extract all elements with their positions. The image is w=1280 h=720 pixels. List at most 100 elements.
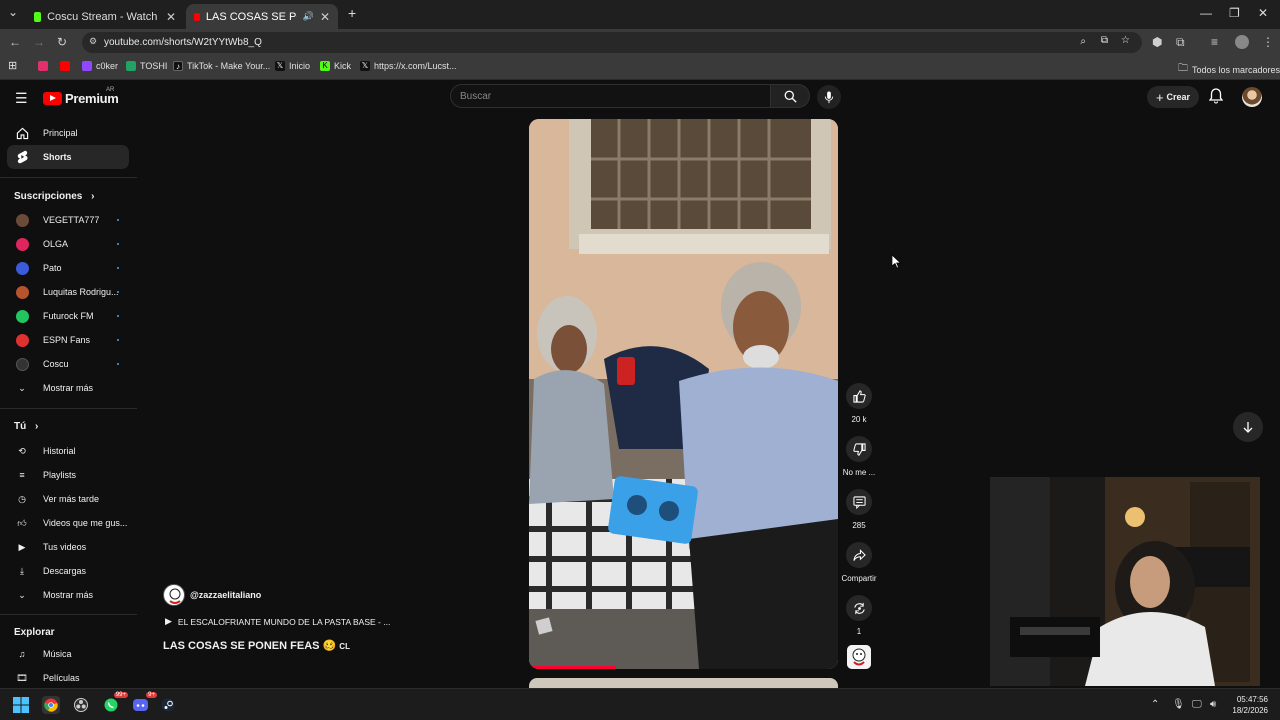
video-progress-bar[interactable] — [529, 666, 616, 669]
home-icon — [15, 126, 29, 140]
film-icon: 🎞︎ — [16, 672, 28, 683]
remix-button[interactable] — [846, 595, 872, 621]
sidebar-item-principal[interactable]: Principal — [7, 121, 129, 145]
sidebar-item-label: Mostrar más — [43, 383, 94, 393]
discord-icon[interactable]: 9+ — [131, 692, 157, 714]
sidebar-item-futurock[interactable]: Futurock FM — [7, 304, 129, 328]
dislike-action[interactable]: No me ... — [840, 436, 878, 477]
sidebar-item-olga[interactable]: OLGA — [7, 232, 129, 256]
install-icon[interactable]: ⧉ — [1101, 35, 1108, 46]
remix-action[interactable]: 1 — [840, 595, 878, 636]
tray-overflow-icon[interactable]: ⌃ — [1151, 699, 1159, 710]
comments-action[interactable]: 285 — [840, 489, 878, 530]
sidebar-item-playlists[interactable]: ≡ Playlists — [7, 463, 129, 487]
obs-icon[interactable] — [72, 696, 90, 714]
star-icon[interactable]: ☆ — [1121, 35, 1130, 46]
show-more-you[interactable]: ⌄ Mostrar más — [7, 583, 129, 607]
address-bar[interactable]: ⚙ youtube.com/shorts/W2tYYtWb8_Q ⌕ ⧉ ☆ — [82, 32, 1142, 53]
like-action[interactable]: 20 k — [840, 383, 878, 424]
sidebar-item-videos-me-gustan[interactable]: 👍︎ Videos que me gus... — [7, 511, 129, 535]
close-window-icon[interactable]: ✕ — [1258, 6, 1268, 20]
bookmark-x-lucst[interactable]: 𝕏https://x.com/Lucst... — [360, 61, 457, 71]
back-icon[interactable]: ← — [9, 35, 21, 49]
bookmark-tiktok[interactable]: ♪ TikTok - Make Your... — [173, 61, 270, 71]
show-more-subscriptions[interactable]: ⌄ Mostrar más — [7, 376, 129, 400]
share-button[interactable] — [846, 542, 872, 568]
reload-icon[interactable]: ↻ — [57, 35, 67, 49]
speaker-icon[interactable]: 🔊 — [303, 11, 314, 22]
new-tab-button[interactable]: + — [348, 5, 356, 21]
system-clock[interactable]: 05:47:56 18/2/2026 — [1232, 694, 1268, 716]
search-button[interactable] — [770, 84, 810, 108]
tab-search-icon[interactable]: ⌄ — [8, 5, 18, 19]
sidebar-item-peliculas[interactable]: 🎞︎ Películas — [7, 666, 129, 690]
tab-coscu-stream[interactable]: Coscu Stream - Watch Live on K ✕ — [26, 4, 184, 29]
windows-start-icon[interactable] — [12, 696, 30, 714]
short-video-player[interactable] — [529, 119, 838, 669]
sidebar-item-musica[interactable]: ♫ Música — [7, 642, 129, 666]
extension-shield-icon[interactable]: ⬢ — [1152, 35, 1162, 49]
playlist-title: EL ESCALOFRIANTE MUNDO DE LA PASTA BASE … — [177, 616, 391, 627]
profile-avatar[interactable] — [1235, 35, 1249, 49]
bookmark-c0ker[interactable]: c0ker — [82, 61, 118, 71]
subscriptions-heading[interactable]: Suscripciones › — [14, 191, 94, 202]
thumbs-up-icon — [852, 389, 866, 403]
sidebar-item-label: Videos que me gus... — [43, 518, 128, 528]
next-short-button[interactable] — [1233, 412, 1263, 442]
sidebar-item-ver-mas-tarde[interactable]: ◷ Ver más tarde — [7, 487, 129, 511]
microphone-tray-icon[interactable]: 🎙︎ — [1172, 699, 1185, 710]
search-input[interactable]: Buscar — [450, 84, 771, 108]
user-avatar[interactable] — [1242, 87, 1262, 107]
maximize-icon[interactable]: ❐ — [1229, 6, 1240, 20]
volume-icon[interactable]: 🔊︎ — [1210, 699, 1216, 710]
create-button[interactable]: + Crear — [1147, 86, 1199, 108]
sidebar-item-espn-fans[interactable]: ESPN Fans — [7, 328, 129, 352]
all-bookmarks[interactable]: 🗀 Todos los marcadores — [1178, 61, 1280, 78]
sidebar-item-luquitas[interactable]: Luquitas Rodrigu... — [7, 280, 129, 304]
bookmark-toshi[interactable]: TOSHI — [126, 61, 167, 71]
channel-handle[interactable]: @zazzaelitaliano — [190, 590, 261, 600]
next-short-preview[interactable] — [529, 678, 838, 688]
sidebar-item-vegetta777[interactable]: VEGETTA777 — [7, 208, 129, 232]
apps-icon[interactable]: ⊞ — [8, 59, 17, 72]
close-icon[interactable]: ✕ — [320, 10, 330, 24]
bookmark-kick[interactable]: K Kick — [320, 61, 351, 71]
playlist-link[interactable]: ▶ EL ESCALOFRIANTE MUNDO DE LA PASTA BAS… — [165, 616, 390, 627]
channel-info[interactable]: @zazzaelitaliano — [163, 584, 261, 606]
extensions-icon[interactable]: ⧉ — [1176, 35, 1185, 50]
forward-icon[interactable]: → — [33, 35, 45, 49]
close-icon[interactable]: ✕ — [166, 10, 176, 24]
tab-youtube-short[interactable]: LAS COSAS SE PONEN FEAS 🔊 ✕ — [186, 4, 338, 29]
sidebar-item-coscu[interactable]: Coscu — [7, 352, 129, 376]
sidebar-item-descargas[interactable]: ⤓ Descargas — [7, 559, 129, 583]
you-heading[interactable]: Tú › — [14, 421, 38, 432]
like-button[interactable] — [846, 383, 872, 409]
notifications-bell-icon[interactable] — [1209, 88, 1223, 104]
sidebar-item-historial[interactable]: ⟲ Historial — [7, 439, 129, 463]
bookmark-inicio[interactable]: 𝕏 Inicio — [275, 61, 310, 71]
sidebar-item-tus-videos[interactable]: ▶ Tus videos — [7, 535, 129, 559]
minimize-icon[interactable]: — — [1200, 6, 1212, 20]
sidebar-item-shorts[interactable]: Shorts — [7, 145, 129, 169]
voice-search-button[interactable] — [817, 85, 841, 109]
bookmark-youtube[interactable] — [60, 61, 70, 71]
comments-button[interactable] — [846, 489, 872, 515]
share-icon — [852, 548, 866, 561]
chrome-icon[interactable] — [42, 696, 60, 714]
dislike-button[interactable] — [846, 436, 872, 462]
you-heading-label: Tú — [14, 421, 27, 432]
share-action[interactable]: Compartir — [840, 542, 878, 583]
site-info-icon[interactable]: ⚙ — [89, 36, 97, 47]
menu-icon[interactable]: ⋮ — [1262, 35, 1274, 49]
zoom-icon[interactable]: ⌕ — [1080, 36, 1086, 47]
channel-avatar[interactable] — [163, 584, 185, 606]
sound-thumbnail[interactable] — [847, 645, 871, 669]
whatsapp-icon[interactable]: 99+ — [102, 692, 128, 714]
network-icon[interactable]: 🖵 — [1192, 699, 1202, 710]
sidebar-item-pato[interactable]: Pato — [7, 256, 129, 280]
divider — [0, 408, 137, 409]
music-icon: ♫ — [18, 649, 26, 659]
bookmark-instagram[interactable] — [38, 61, 48, 71]
steam-icon[interactable] — [159, 696, 177, 714]
media-control-icon[interactable]: ≡ — [1211, 35, 1218, 49]
